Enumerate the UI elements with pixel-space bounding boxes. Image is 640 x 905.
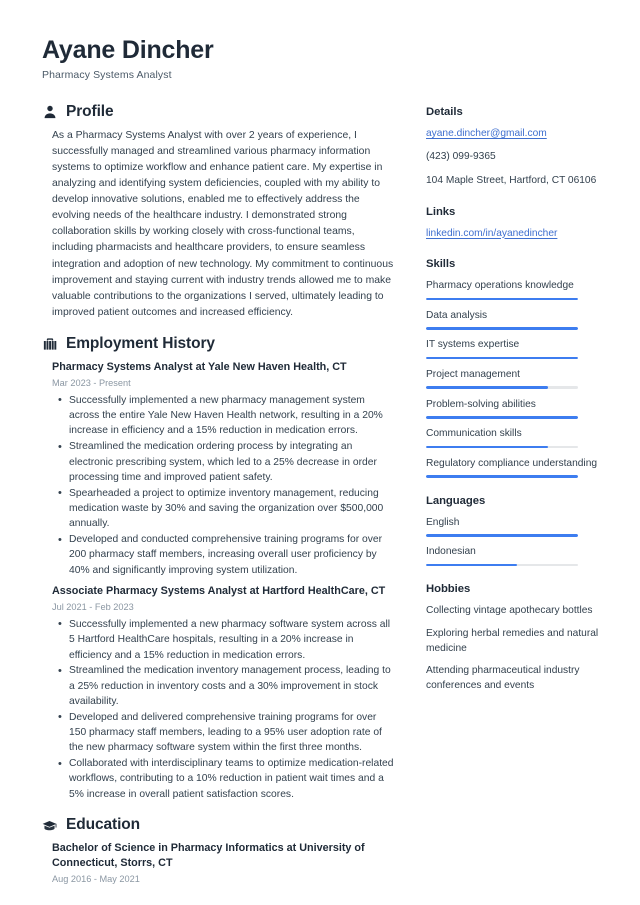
resume-page: Ayane Dincher Pharmacy Systems Analyst P… [0,0,640,905]
resume-header: Ayane Dincher Pharmacy Systems Analyst [42,36,606,81]
education-title: Education [66,816,141,833]
section-education: Education Bachelor of Science in Pharmac… [42,816,396,886]
language-label: English [426,516,460,528]
sidebar-section-skills: Skills Pharmacy operations knowledge Dat… [426,258,604,478]
profile-title: Profile [66,102,114,120]
skill-level-fill [426,445,548,449]
skill-level-track [426,475,578,478]
education-body: Bachelor of Science in Pharmacy Informat… [42,841,396,886]
employment-entry: Pharmacy Systems Analyst at Yale New Hav… [52,360,396,578]
job-date-range: Jul 2021 - Feb 2023 [52,601,134,612]
language-level-fill [426,534,578,537]
candidate-name: Ayane Dincher [42,36,214,64]
skills-title: Skills [426,258,456,271]
main-column: Profile As a Pharmacy Systems Analyst wi… [42,103,414,900]
sidebar-section-details: Details ayane.dincher@gmail.com (423) 09… [426,106,604,189]
skill-level-fill [426,297,578,301]
skill-item: Pharmacy operations knowledge [426,279,604,301]
skill-level-track [426,327,578,330]
degree-title: Bachelor of Science in Pharmacy Informat… [52,842,365,869]
job-bullet: Spearheaded a project to optimize invent… [52,485,396,532]
profile-heading: Profile [42,103,396,121]
skill-label: Project management [426,368,521,380]
job-bullet: Successfully implemented a new pharmacy … [52,392,396,439]
briefcase-icon [42,336,57,351]
job-bullet-list: Successfully implemented a new pharmacy … [52,392,396,578]
sidebar-section-links: Links linkedin.com/in/ayanedincher [426,206,604,242]
degree-date-range: Aug 2016 - May 2021 [52,874,140,884]
phone-number: (423) 099-9365 [426,151,496,163]
hobby-item: Attending pharmaceutical industry confer… [426,665,580,691]
email-link[interactable]: ayane.dincher@gmail.com [426,127,604,142]
details-title: Details [426,105,463,118]
person-icon [42,104,57,119]
skill-level-track [426,386,578,389]
skill-item: IT systems expertise [426,338,604,360]
skill-level-track [426,416,578,419]
skill-item: Data analysis [426,309,604,330]
sidebar-column: Details ayane.dincher@gmail.com (423) 09… [414,103,604,711]
job-bullet: Streamlined the medication inventory man… [52,663,396,709]
skill-label: Communication skills [426,428,522,440]
skill-item: Problem-solving abilities [426,398,604,419]
skill-item: Regulatory compliance understanding [426,457,604,478]
sidebar-section-languages: Languages English Indonesian [426,495,604,567]
section-profile: Profile As a Pharmacy Systems Analyst wi… [42,103,396,321]
resume-columns: Profile As a Pharmacy Systems Analyst wi… [42,103,606,900]
candidate-job-title: Pharmacy Systems Analyst [42,68,172,81]
skill-level-track [426,445,578,449]
language-level-fill [426,563,518,567]
skill-level-track [426,356,578,360]
skill-label: Problem-solving abilities [426,398,536,410]
skill-level-fill [426,386,548,389]
hobby-item: Collecting vintage apothecary bottles [426,605,593,617]
job-bullet: Collaborated with interdisciplinary team… [52,756,396,802]
profile-body: As a Pharmacy Systems Analyst with over … [42,128,396,321]
education-entry: Bachelor of Science in Pharmacy Informat… [52,841,396,886]
job-bullet-list: Successfully implemented a new pharmacy … [52,616,396,802]
linkedin-link[interactable]: linkedin.com/in/ayanedincher [426,227,604,242]
skill-level-fill [426,327,578,330]
skill-label: Data analysis [426,309,488,321]
language-item: English [426,516,604,537]
job-bullet: Successfully implemented a new pharmacy … [52,616,396,663]
links-title: Links [426,205,456,218]
skill-item: Communication skills [426,427,604,449]
profile-summary-text: As a Pharmacy Systems Analyst with over … [52,129,394,318]
language-level-track [426,563,578,567]
language-label: Indonesian [426,546,476,558]
postal-address: 104 Maple Street, Hartford, CT 06106 [426,174,597,186]
skill-level-fill [426,475,578,478]
hobbies-title: Hobbies [426,583,471,596]
job-date-range: Mar 2023 - Present [52,377,131,388]
language-level-track [426,534,578,537]
languages-title: Languages [426,494,486,507]
skill-level-track [426,297,578,301]
skill-level-fill [426,356,578,360]
employment-entry: Associate Pharmacy Systems Analyst at Ha… [52,584,396,802]
graduation-cap-icon [42,818,57,833]
skill-label: IT systems expertise [426,339,520,351]
skill-label: Pharmacy operations knowledge [426,280,574,292]
job-title-role: Pharmacy Systems Analyst at Yale New Hav… [52,360,347,373]
job-bullet: Developed and delivered comprehensive tr… [52,709,396,756]
employment-title: Employment History [66,334,215,352]
hobby-item: Exploring herbal remedies and natural me… [426,628,599,654]
sidebar-section-hobbies: Hobbies Collecting vintage apothecary bo… [426,583,604,693]
skill-item: Project management [426,368,604,389]
job-title-role: Associate Pharmacy Systems Analyst at Ha… [52,584,386,597]
employment-body: Pharmacy Systems Analyst at Yale New Hav… [42,360,396,802]
education-heading: Education [42,816,396,834]
job-bullet: Streamlined the medication ordering proc… [52,439,396,485]
skill-label: Regulatory compliance understanding [426,457,598,469]
employment-heading: Employment History [42,335,396,353]
job-bullet: Developed and conducted comprehensive tr… [52,532,396,578]
section-employment: Employment History Pharmacy Systems Anal… [42,335,396,802]
language-item: Indonesian [426,545,604,567]
skill-level-fill [426,416,578,419]
